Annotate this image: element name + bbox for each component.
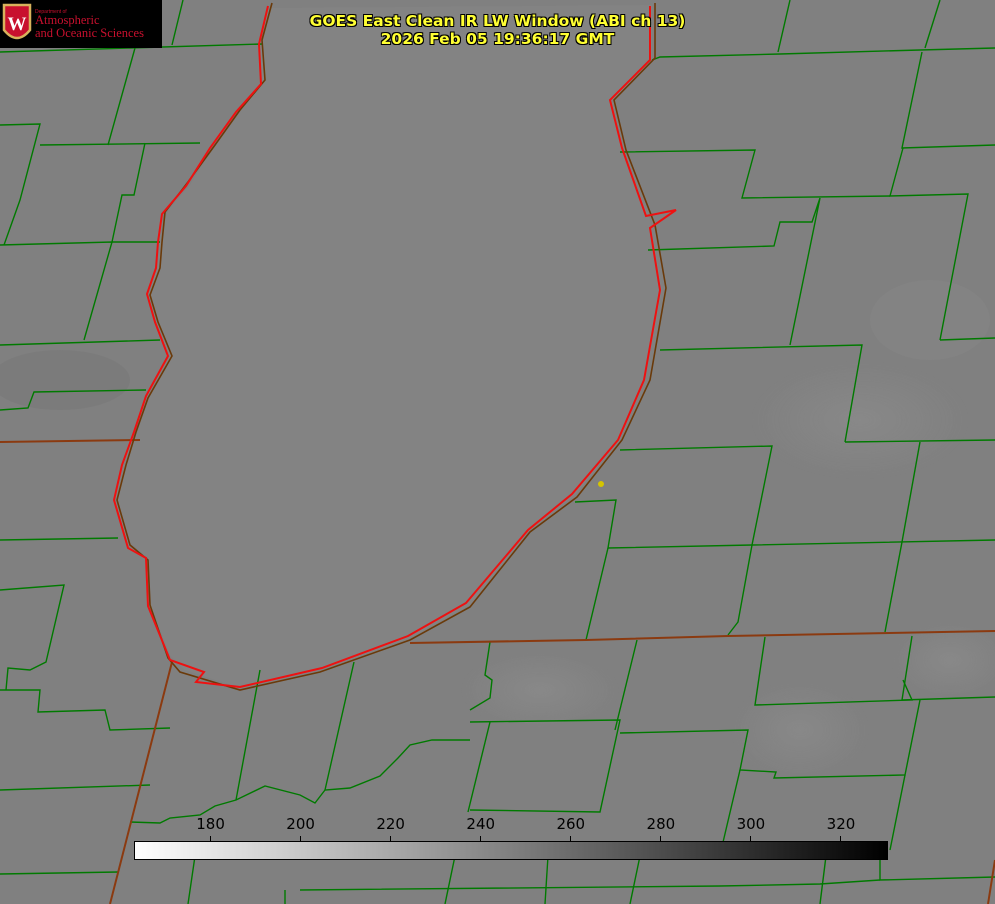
colorbar-tick-label: 240 [466, 815, 496, 833]
svg-text:W: W [8, 14, 27, 35]
temperature-colorbar [134, 841, 888, 860]
image-timestamp: 2026 Feb 05 19:36:17 GMT [380, 30, 615, 48]
colorbar-tick-label: 260 [556, 815, 586, 833]
colorbar-tick-label: 320 [826, 815, 856, 833]
logo-line-2: and Oceanic Sciences [35, 26, 144, 40]
colorbar-tick-label: 280 [646, 815, 676, 833]
image-title: GOES East Clean IR LW Window (ABI ch 13) [309, 12, 686, 30]
satellite-map: W [0, 0, 995, 904]
uw-crest-icon: W [2, 3, 32, 40]
station-marker-icon [598, 481, 604, 487]
colorbar-tick-label: 220 [376, 815, 405, 833]
colorbar-tick-label: 200 [286, 815, 315, 833]
colorbar-tick-label: 180 [196, 815, 225, 833]
colorbar-tick-label: 300 [736, 815, 766, 833]
